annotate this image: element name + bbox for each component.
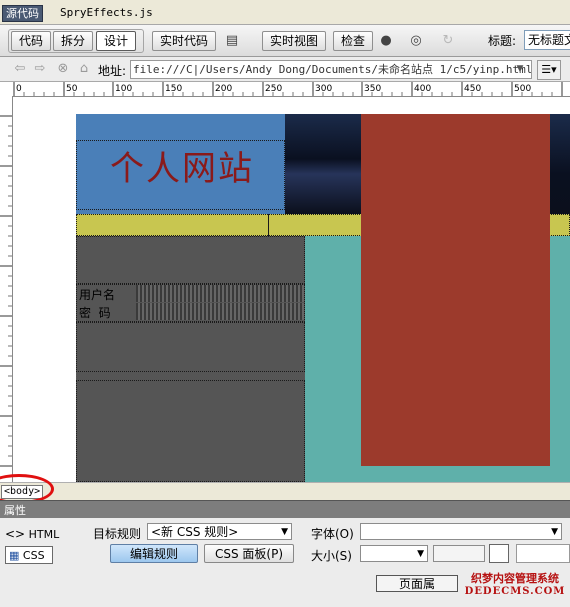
title-input[interactable]: 无标题文 <box>524 30 570 50</box>
source-code-tab[interactable]: 源代码 <box>2 5 43 22</box>
size-label: 大小(S) <box>311 549 352 563</box>
css-panel-button[interactable]: CSS 面板(P) <box>204 544 294 563</box>
ruler-label: 350 <box>364 84 381 94</box>
design-view-button[interactable]: 设计 <box>96 31 137 51</box>
password-field[interactable] <box>136 303 304 320</box>
html-tab-label: HTML <box>28 528 60 541</box>
watermark-line-2: DEDECMS.COM <box>464 586 566 597</box>
target-rule-select[interactable]: <新 CSS 规则> ▼ <box>147 523 292 540</box>
edit-rule-button[interactable]: 编辑规则 <box>110 544 198 563</box>
title-label: 标题: <box>488 34 517 48</box>
username-field[interactable] <box>136 285 304 302</box>
site-title: 个人网站 <box>110 149 254 189</box>
inspect-button[interactable]: 检查 <box>333 31 374 51</box>
stop-icon[interactable]: ⊗ <box>55 61 71 77</box>
content-panel-red[interactable] <box>361 114 550 466</box>
back-arrow-icon[interactable]: ⇦ <box>12 61 28 77</box>
html-tab[interactable]: <> HTML <box>5 526 59 542</box>
css-tab-label: CSS <box>22 549 45 562</box>
live-view-button[interactable]: 实时视图 <box>262 31 327 51</box>
ruler-label: 400 <box>414 84 431 94</box>
ruler-label: 500 <box>514 84 531 94</box>
ruler-label: 200 <box>215 84 232 94</box>
address-label: 地址: <box>98 64 127 78</box>
tag-selector-bar <box>0 482 570 501</box>
visual-aids-icon[interactable]: ◎ <box>408 33 424 49</box>
horizontal-ruler: 0 50 100 150 200 250 300 350 400 450 500 <box>0 82 570 97</box>
code-view-button[interactable]: 代码 <box>11 31 52 51</box>
header-image-right <box>550 114 570 214</box>
target-rule-label: 目标规则 <box>93 527 142 541</box>
sidebar-block-2 <box>76 322 305 372</box>
color-picker-swatch[interactable] <box>489 544 509 563</box>
check-browser-icon[interactable]: ▤ <box>224 33 240 49</box>
login-area-top <box>76 236 305 284</box>
password-label: 密 码 <box>79 306 111 320</box>
username-label: 用户名 <box>79 288 116 302</box>
related-file-spryeffects[interactable]: SpryEffects.js <box>60 5 153 20</box>
vertical-ruler <box>0 96 13 482</box>
ruler-ticks: 0 50 100 150 200 250 300 350 400 450 500 <box>13 82 563 96</box>
chevron-down-icon: ▼ <box>417 549 424 559</box>
document-toolbar: 代码 拆分 设计 实时代码 ▤ 实时视图 检查 ● ◎ ↻ <box>0 25 570 57</box>
globe-preview-icon[interactable]: ● <box>378 33 394 49</box>
nav-bar-divider <box>268 214 269 236</box>
properties-title: 属性 <box>4 504 26 517</box>
refresh-icon[interactable]: ↻ <box>440 33 456 49</box>
dedecms-watermark: 织梦内容管理系统 DEDECMS.COM <box>461 572 569 598</box>
chevron-down-icon[interactable]: ▼ <box>513 61 527 77</box>
sidebar-block-3 <box>76 380 305 482</box>
html-tag-icon: <> <box>5 527 26 541</box>
view-options-icon[interactable]: ☰▾ <box>537 60 561 80</box>
header-image <box>285 114 361 214</box>
home-icon[interactable]: ⌂ <box>76 61 92 77</box>
live-code-button[interactable]: 实时代码 <box>152 31 217 51</box>
size-unit-select[interactable] <box>433 545 485 562</box>
font-label: 字体(O) <box>311 527 354 541</box>
ruler-label: 0 <box>16 84 22 94</box>
properties-panel-header[interactable] <box>0 500 570 519</box>
font-select[interactable]: ▼ <box>360 523 562 540</box>
page-properties-button[interactable]: 页面属 <box>376 575 458 592</box>
address-field[interactable]: file:///C|/Users/Andy Dong/Documents/未命名… <box>130 60 532 79</box>
css-tab[interactable]: ▦ CSS <box>5 546 53 564</box>
css-rules-icon: ▦ <box>9 549 20 562</box>
ruler-label: 100 <box>115 84 132 94</box>
ruler-label: 450 <box>464 84 481 94</box>
forward-arrow-icon[interactable]: ⇨ <box>32 61 48 77</box>
ruler-label: 50 <box>66 84 78 94</box>
target-rule-value: <新 CSS 规则> <box>151 525 239 539</box>
color-value-field[interactable] <box>516 544 570 563</box>
ruler-label: 150 <box>165 84 182 94</box>
chevron-down-icon: ▼ <box>281 527 288 537</box>
size-select[interactable]: ▼ <box>360 545 428 562</box>
watermark-line-1: 织梦内容管理系统 <box>471 572 559 585</box>
ruler-label: 300 <box>315 84 332 94</box>
chevron-down-icon: ▼ <box>551 527 558 537</box>
ruler-label: 250 <box>265 84 282 94</box>
split-view-button[interactable]: 拆分 <box>53 31 94 51</box>
